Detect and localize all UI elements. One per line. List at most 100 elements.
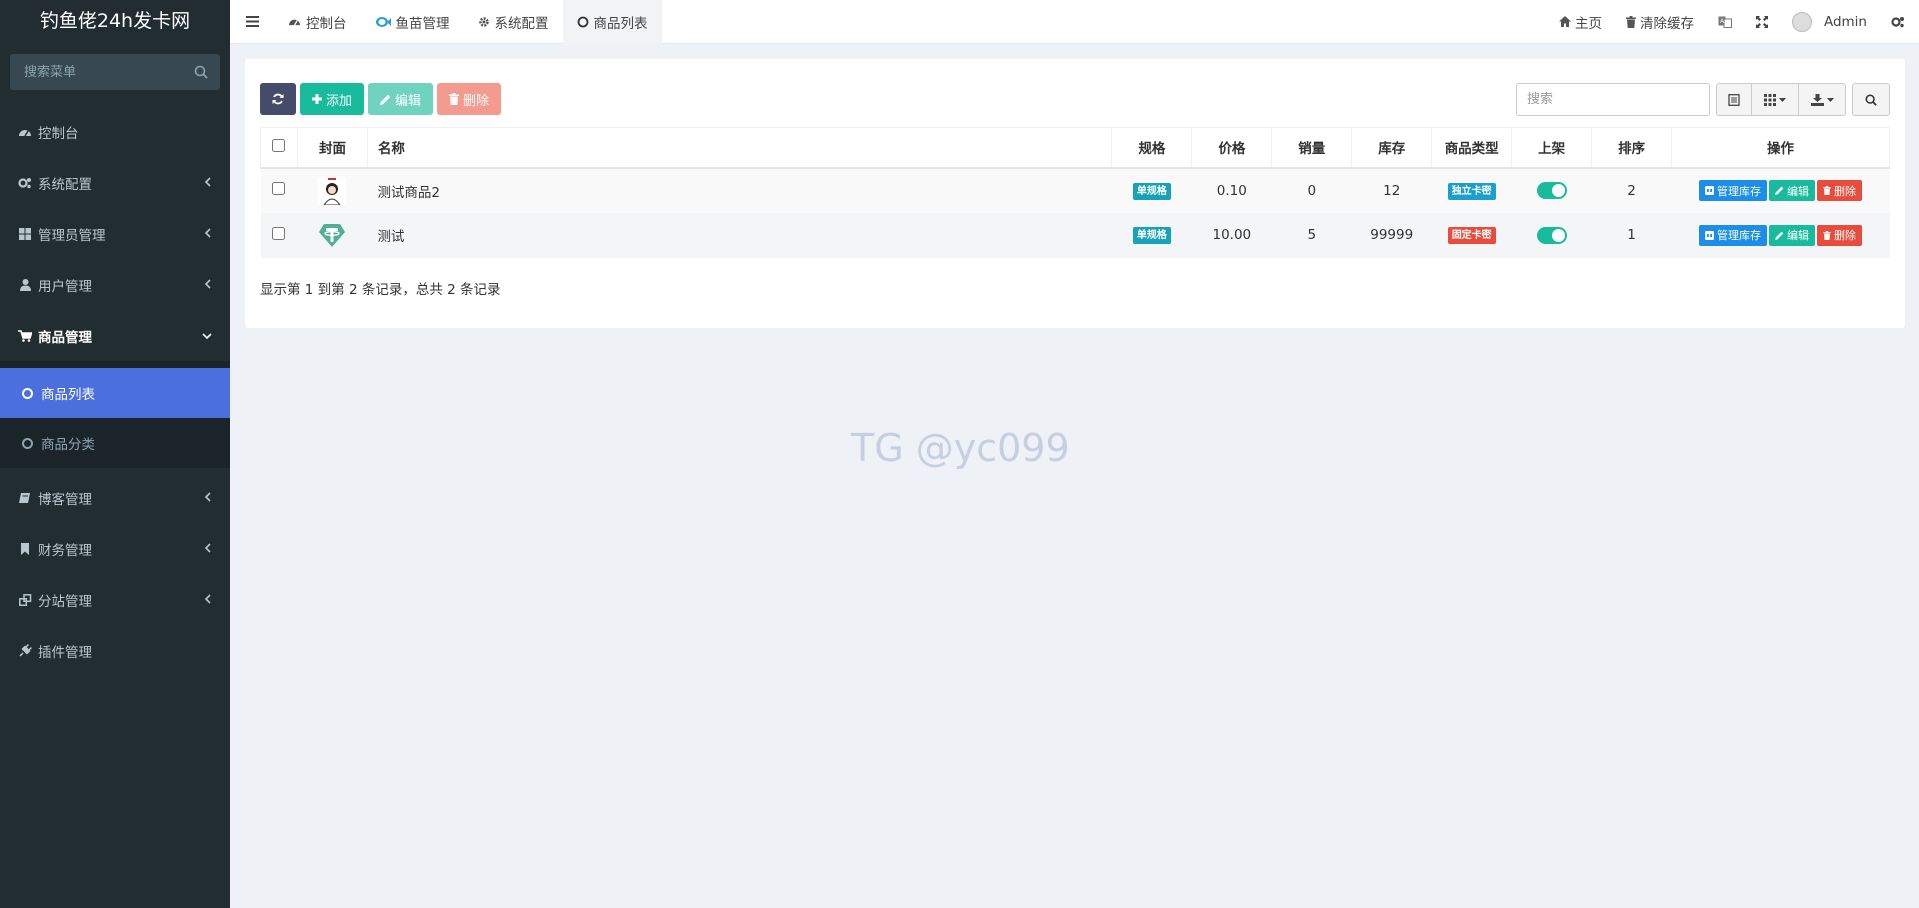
search-button[interactable]: [1852, 83, 1890, 116]
col-name[interactable]: 名称: [366, 127, 1112, 169]
user-menu[interactable]: Admin: [1780, 0, 1879, 44]
search-icon[interactable]: [194, 65, 208, 79]
list-view-icon: [1728, 93, 1740, 106]
row-edit-button[interactable]: 编辑: [1769, 180, 1816, 201]
settings-button[interactable]: [1879, 0, 1919, 44]
manage-stock-button[interactable]: 管理库存: [1699, 224, 1768, 246]
row-checkbox[interactable]: [272, 182, 286, 195]
edit-button[interactable]: 编辑: [368, 83, 434, 115]
dashboard-icon: [18, 125, 32, 139]
col-sales[interactable]: 销量: [1271, 127, 1352, 169]
menu-search: [10, 54, 220, 90]
col-price[interactable]: 价格: [1191, 127, 1272, 169]
table-row[interactable]: 测试商品2 单规格 0.10 0 12 独立卡密 2 管理库存 编辑 删除: [260, 167, 1890, 213]
sidebar-item-system-config[interactable]: 系统配置: [0, 157, 230, 208]
pencil-icon: [1775, 231, 1784, 240]
menu-toggle-button[interactable]: [230, 0, 274, 44]
row-delete-button[interactable]: 删除: [1817, 180, 1863, 201]
fullscreen-button[interactable]: [1744, 0, 1780, 44]
product-sort: 1: [1591, 212, 1672, 258]
sidebar-item-blog-manage[interactable]: 博客管理: [0, 472, 230, 523]
chevron-left-icon: [204, 492, 211, 502]
sidebar-item-finance-manage[interactable]: 财务管理: [0, 523, 230, 574]
plug-icon: [18, 644, 32, 658]
sidebar-item-user-manage[interactable]: 用户管理: [0, 259, 230, 310]
home-link[interactable]: 主页: [1547, 0, 1614, 44]
row-edit-button[interactable]: 编辑: [1769, 224, 1816, 246]
sidebar-item-label: 管理员管理: [38, 227, 106, 244]
on-shelf-toggle[interactable]: [1536, 226, 1567, 244]
brand-title[interactable]: 钓鱼佬24h发卡网: [0, 0, 230, 44]
clone-icon: [18, 593, 32, 607]
sidebar-item-substation-manage[interactable]: 分站管理: [0, 574, 230, 625]
toggle-view-button[interactable]: [1716, 83, 1752, 116]
trash-icon: [449, 93, 460, 105]
header-right: 主页 清除缓存 A Admin: [1547, 0, 1919, 44]
col-spec[interactable]: 规格: [1111, 127, 1192, 169]
col-sort[interactable]: 排序: [1591, 127, 1672, 169]
columns-dropdown-button[interactable]: [1752, 83, 1799, 116]
row-delete-button[interactable]: 删除: [1817, 224, 1863, 246]
user-name: Admin: [1823, 13, 1867, 30]
download-icon: [1810, 93, 1824, 106]
sidebar-subitem-goods-list[interactable]: 商品列表: [0, 368, 230, 418]
row-checkbox[interactable]: [272, 226, 286, 240]
product-cover-image[interactable]: [318, 221, 346, 249]
type-badge: 固定卡密: [1447, 227, 1496, 244]
sidebar-item-admin-manage[interactable]: 管理员管理: [0, 208, 230, 259]
col-stock[interactable]: 库存: [1351, 127, 1432, 169]
refresh-button[interactable]: [260, 83, 296, 115]
edit-label: 编辑: [395, 93, 422, 109]
language-button[interactable]: A: [1706, 0, 1744, 44]
sidebar-item-label: 财务管理: [38, 542, 92, 559]
sidebar-item-label: 控制台: [38, 125, 79, 142]
clear-cache-label: 清除缓存: [1639, 15, 1694, 32]
on-shelf-toggle[interactable]: [1536, 182, 1567, 199]
goods-submenu: 商品列表 商品分类: [0, 361, 230, 468]
manage-stock-label: 管理库存: [1717, 184, 1762, 198]
sidebar-subitem-goods-category[interactable]: 商品分类: [0, 418, 230, 468]
export-dropdown-button[interactable]: [1799, 83, 1846, 116]
tab-goods-list[interactable]: 商品列表: [562, 0, 662, 44]
delete-button[interactable]: 删除: [437, 83, 502, 115]
content-panel: 添加 编辑 删除 搜索 封面 名称 规格 价格 销量 库存 商品类型 上架 排序…: [245, 59, 1905, 328]
product-price: 0.10: [1191, 167, 1272, 213]
manage-stock-button[interactable]: 管理库存: [1699, 180, 1768, 201]
chevron-down-icon: [202, 333, 212, 340]
sidebar-item-dashboard[interactable]: 控制台: [0, 106, 230, 157]
table-toolbar: 添加 编辑 删除: [260, 83, 502, 115]
tab-system-config[interactable]: 系统配置: [464, 0, 563, 44]
tab-dashboard[interactable]: 控制台: [274, 0, 361, 44]
col-cover[interactable]: 封面: [296, 127, 368, 169]
clear-cache-button[interactable]: 清除缓存: [1614, 0, 1706, 44]
tab-label: 商品列表: [593, 15, 648, 32]
home-label: 主页: [1574, 15, 1602, 32]
refresh-icon: [272, 93, 284, 105]
stock-icon: [1705, 186, 1715, 195]
table-search-input[interactable]: [1516, 83, 1710, 116]
row-edit-label: 编辑: [1787, 184, 1810, 198]
select-all-checkbox[interactable]: [272, 138, 286, 152]
stock-icon: [1705, 230, 1715, 240]
trash-icon: [1625, 15, 1636, 28]
grid-icon: [1764, 93, 1776, 106]
chevron-left-icon: [204, 543, 211, 553]
tab-fish-manage[interactable]: 鱼苗管理: [361, 0, 464, 44]
menu-search-input[interactable]: [10, 54, 220, 90]
col-type[interactable]: 商品类型: [1431, 127, 1512, 169]
sidebar-item-plugin-manage[interactable]: 插件管理: [0, 625, 230, 676]
table-row[interactable]: 测试 单规格 10.00 5 99999 固定卡密 1 管理库存 编辑 删除: [260, 212, 1890, 258]
product-sort: 2: [1591, 167, 1672, 213]
pencil-icon: [1775, 186, 1784, 195]
sidebar-item-goods-manage[interactable]: 商品管理: [0, 310, 230, 361]
col-on-shelf[interactable]: 上架: [1511, 127, 1592, 169]
windows-icon: [18, 227, 32, 241]
add-button[interactable]: 添加: [300, 83, 365, 115]
pagination-summary: 显示第 1 到第 2 条记录，总共 2 条记录: [260, 282, 501, 298]
cogs-icon: [1891, 16, 1904, 27]
sidebar-subitem-label: 商品列表: [41, 387, 95, 403]
trash-icon: [1823, 186, 1831, 195]
plus-icon: [312, 94, 322, 104]
row-delete-label: 删除: [1834, 184, 1857, 198]
product-cover-image[interactable]: [318, 176, 347, 205]
